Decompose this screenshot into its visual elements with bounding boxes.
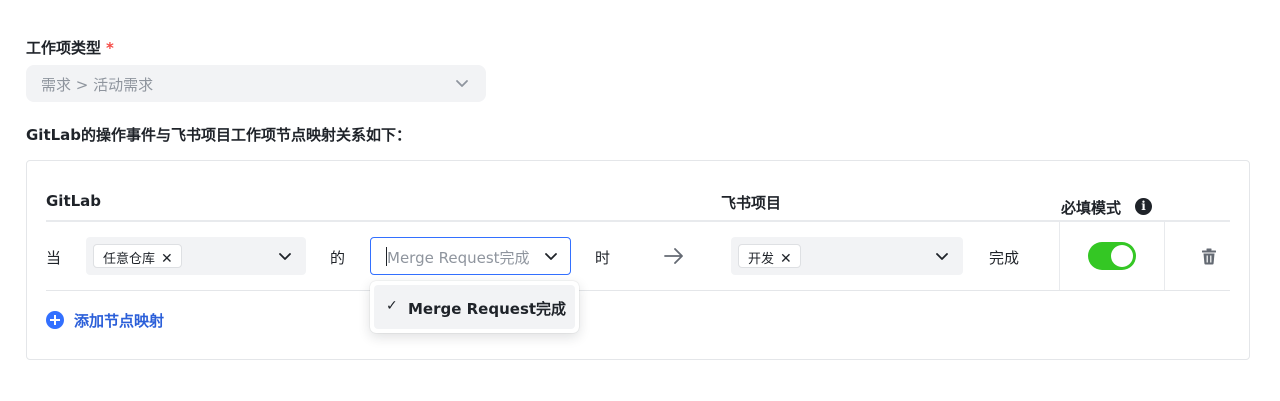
repository-select[interactable]: 任意仓库 ✕ <box>86 237 306 275</box>
toggle-knob <box>1111 245 1133 267</box>
row-divider <box>46 290 1230 291</box>
column-header-feishu: 飞书项目 <box>721 194 782 212</box>
chevron-down-icon <box>545 253 557 260</box>
required-mark: * <box>106 39 114 57</box>
required-mode-toggle[interactable] <box>1088 242 1136 270</box>
node-select[interactable]: 开发 ✕ <box>731 237 963 275</box>
close-icon[interactable]: ✕ <box>161 251 173 267</box>
chevron-down-icon <box>279 253 291 260</box>
node-tag-label: 开发 <box>748 252 775 267</box>
event-dropdown-menu: ✓ Merge Request完成 <box>370 281 579 333</box>
column-divider <box>1164 222 1165 290</box>
dropdown-option-label: Merge Request完成 <box>408 300 567 318</box>
work-item-type-value: 需求 > 活动需求 <box>41 76 154 94</box>
close-icon[interactable]: ✕ <box>780 251 792 267</box>
repository-tag-label: 任意仓库 <box>103 252 156 267</box>
arrow-right-icon <box>664 248 683 264</box>
chevron-down-icon <box>936 253 948 260</box>
add-node-mapping-link[interactable]: 添加节点映射 <box>74 310 164 331</box>
row-prefix-text: 当 <box>46 249 62 267</box>
work-item-type-select[interactable]: 需求 > 活动需求 <box>26 65 486 102</box>
plus-circle-icon[interactable] <box>46 311 64 329</box>
work-item-type-label-text: 工作项类型 <box>26 39 102 57</box>
header-divider <box>46 220 1230 222</box>
check-icon: ✓ <box>386 298 398 314</box>
info-icon[interactable]: i <box>1135 198 1152 215</box>
node-tag: 开发 ✕ <box>738 244 801 268</box>
node-status-text: 完成 <box>989 249 1020 267</box>
row-suffix-text: 时 <box>595 249 611 267</box>
repository-tag: 任意仓库 ✕ <box>93 244 182 268</box>
event-select-placeholder: Merge Request完成 <box>387 249 530 267</box>
mapping-description: GitLab的操作事件与飞书项目工作项节点映射关系如下： <box>26 126 412 144</box>
column-header-gitlab: GitLab <box>46 192 102 210</box>
column-divider <box>1059 222 1060 290</box>
event-select-input[interactable]: Merge Request完成 <box>370 237 571 275</box>
work-item-type-label: 工作项类型 * <box>26 37 114 58</box>
column-header-required-mode: 必填模式 <box>1061 199 1122 217</box>
chevron-down-icon <box>456 80 468 87</box>
dropdown-option[interactable]: ✓ Merge Request完成 <box>374 285 575 329</box>
row-connector-text: 的 <box>330 249 346 267</box>
trash-icon[interactable] <box>1201 248 1217 265</box>
